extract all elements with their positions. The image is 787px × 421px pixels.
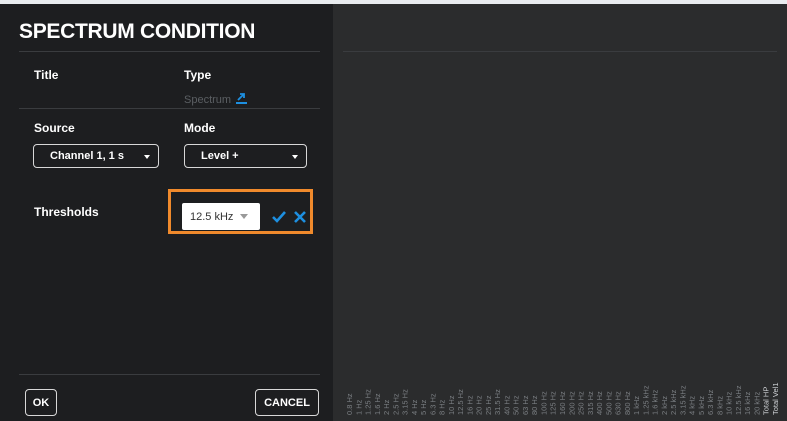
- threshold-frequency-select[interactable]: 12.5 kHz: [182, 203, 260, 230]
- threshold-select-value: 12.5 kHz: [190, 210, 234, 223]
- external-link-icon[interactable]: [235, 91, 248, 104]
- thresholds-label: Thresholds: [34, 205, 99, 219]
- check-icon[interactable]: [272, 210, 286, 224]
- source-label: Source: [34, 121, 75, 135]
- source-select-value: Channel 1, 1 s: [50, 150, 124, 162]
- mode-select-value: Level +: [201, 150, 239, 162]
- mode-label: Mode: [184, 121, 216, 135]
- cancel-button-label: CANCEL: [264, 396, 310, 409]
- spectrum-chart-area: [333, 4, 787, 421]
- type-label: Type: [184, 68, 212, 82]
- title-label: Title: [34, 68, 59, 82]
- panel-title: SPECTRUM CONDITION: [19, 20, 256, 43]
- cancel-button[interactable]: CANCEL: [255, 389, 319, 416]
- source-select[interactable]: Channel 1, 1 s: [33, 144, 159, 168]
- footer-divider: [19, 374, 320, 375]
- chart-top-gridline: [343, 51, 777, 52]
- chevron-down-icon: [292, 155, 298, 159]
- type-divider: [19, 108, 320, 109]
- x-icon[interactable]: [293, 210, 307, 224]
- ok-button-label: OK: [32, 396, 50, 409]
- chevron-down-icon: [144, 155, 150, 159]
- caret-down-icon: [240, 214, 248, 219]
- ok-button[interactable]: OK: [25, 389, 57, 416]
- type-value: Spectrum: [184, 94, 232, 106]
- mode-select[interactable]: Level +: [184, 144, 307, 168]
- title-divider: [19, 51, 320, 52]
